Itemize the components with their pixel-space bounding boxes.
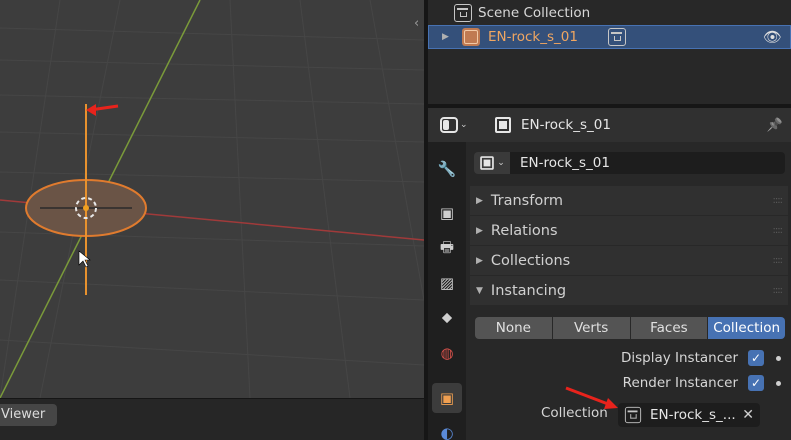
expanded-triangle-icon: ▼ bbox=[476, 285, 483, 296]
outliner-row-selected-object[interactable]: ▶ EN-rock_s_01 👁 bbox=[428, 25, 791, 49]
editor-type-dropdown[interactable]: ⌄ bbox=[440, 114, 474, 136]
panel-title: Transform bbox=[490, 192, 564, 209]
object-name-input[interactable]: EN-rock_s_01 bbox=[510, 152, 785, 174]
panel-collections[interactable]: ▶ Collections :::: bbox=[470, 246, 788, 275]
properties-header: ⌄ EN-rock_s_01 📌 bbox=[428, 108, 791, 142]
viewport-grid bbox=[0, 0, 424, 398]
panel-title: Collections bbox=[490, 252, 571, 269]
drag-grip-icon[interactable]: :::: bbox=[773, 285, 784, 296]
render-instancer-label: Render Instancer bbox=[622, 375, 738, 391]
instancing-verts-button[interactable]: Verts bbox=[552, 317, 630, 339]
collapsed-triangle-icon: ▶ bbox=[476, 255, 483, 266]
collection-icon bbox=[624, 406, 642, 424]
animate-property-icon[interactable] bbox=[776, 380, 781, 386]
render-instancer-checkbox[interactable]: ✓ bbox=[748, 375, 764, 391]
object-browse-dropdown[interactable]: ⌄ bbox=[474, 152, 510, 174]
mouse-cursor-icon bbox=[78, 250, 91, 268]
render-instancer-row: Render Instancer ✓ bbox=[623, 373, 781, 393]
annotation-arrow bbox=[565, 386, 618, 409]
object-icon bbox=[480, 156, 495, 170]
panel-relations[interactable]: ▶ Relations :::: bbox=[470, 216, 788, 245]
pin-icon[interactable]: 📌 bbox=[767, 118, 783, 133]
object-tab-icon[interactable]: ▣ bbox=[432, 383, 462, 413]
panel-transform[interactable]: ▶ Transform :::: bbox=[470, 186, 788, 215]
selected-object-label: EN-rock_s_01 bbox=[488, 29, 578, 45]
view-layer-tab-icon[interactable]: ▨ bbox=[432, 268, 462, 298]
expand-triangle-icon[interactable]: ▶ bbox=[429, 32, 462, 42]
render-tab-icon[interactable]: ▣ bbox=[432, 198, 462, 228]
bottom-editor-strip: Viewer bbox=[0, 398, 424, 440]
animate-property-icon[interactable] bbox=[776, 355, 781, 361]
panel-instancing[interactable]: ▼ Instancing :::: bbox=[470, 276, 788, 305]
properties-tab-bar: 🔧 ▣ 🖶 ▨ ⬥ ◍ ▣ ◐ bbox=[428, 142, 466, 440]
display-instancer-checkbox[interactable]: ✓ bbox=[748, 350, 764, 366]
collection-icon bbox=[454, 4, 472, 22]
chevron-down-icon: ⌄ bbox=[497, 158, 505, 168]
visibility-eye-icon[interactable]: 👁 bbox=[763, 28, 782, 46]
collection-field-value: EN-rock_s_... bbox=[650, 407, 736, 423]
collection-link-icon bbox=[607, 28, 626, 46]
properties-editor-icon bbox=[440, 117, 458, 133]
world-tab-icon[interactable]: ◍ bbox=[432, 338, 462, 368]
tool-tab-icon[interactable]: 🔧 bbox=[432, 154, 462, 184]
collection-instance-icon bbox=[462, 28, 480, 46]
instancing-collection-button[interactable]: Collection bbox=[708, 317, 785, 339]
panel-title: Instancing bbox=[490, 282, 567, 299]
viewer-tab[interactable]: Viewer bbox=[0, 404, 57, 426]
instancing-faces-button[interactable]: Faces bbox=[630, 317, 708, 339]
outliner: Scene Collection ▶ EN-rock_s_01 👁 bbox=[428, 0, 791, 104]
clear-field-icon[interactable]: ✕ bbox=[742, 407, 754, 423]
collapsed-triangle-icon: ▶ bbox=[476, 195, 483, 206]
drag-grip-icon[interactable]: :::: bbox=[773, 255, 784, 266]
header-object-name: EN-rock_s_01 bbox=[521, 117, 611, 133]
sidebar-collapse-icon[interactable]: ‹ bbox=[414, 16, 424, 31]
display-instancer-label: Display Instancer bbox=[620, 350, 738, 366]
display-instancer-row: Display Instancer ✓ bbox=[621, 348, 781, 368]
instancing-mode-selector: None Verts Faces Collection bbox=[475, 317, 785, 339]
scene-collection-label: Scene Collection bbox=[478, 5, 591, 21]
scene-tab-icon[interactable]: ⬥ bbox=[432, 302, 462, 332]
3d-viewport[interactable]: ‹ bbox=[0, 0, 424, 398]
collapsed-triangle-icon: ▶ bbox=[476, 225, 483, 236]
modifier-tab-icon[interactable]: ◐ bbox=[432, 418, 462, 440]
object-name-field[interactable]: ⌄ EN-rock_s_01 bbox=[474, 152, 785, 174]
instancing-none-button[interactable]: None bbox=[475, 317, 552, 339]
collection-field[interactable]: EN-rock_s_... ✕ bbox=[618, 403, 760, 427]
panel-title: Relations bbox=[490, 222, 558, 239]
chevron-down-icon: ⌄ bbox=[460, 120, 468, 130]
drag-grip-icon[interactable]: :::: bbox=[773, 195, 784, 206]
output-tab-icon[interactable]: 🖶 bbox=[432, 234, 462, 264]
outliner-row-scene-collection[interactable]: Scene Collection bbox=[428, 1, 791, 25]
drag-grip-icon[interactable]: :::: bbox=[773, 225, 784, 236]
object-icon bbox=[495, 117, 511, 133]
